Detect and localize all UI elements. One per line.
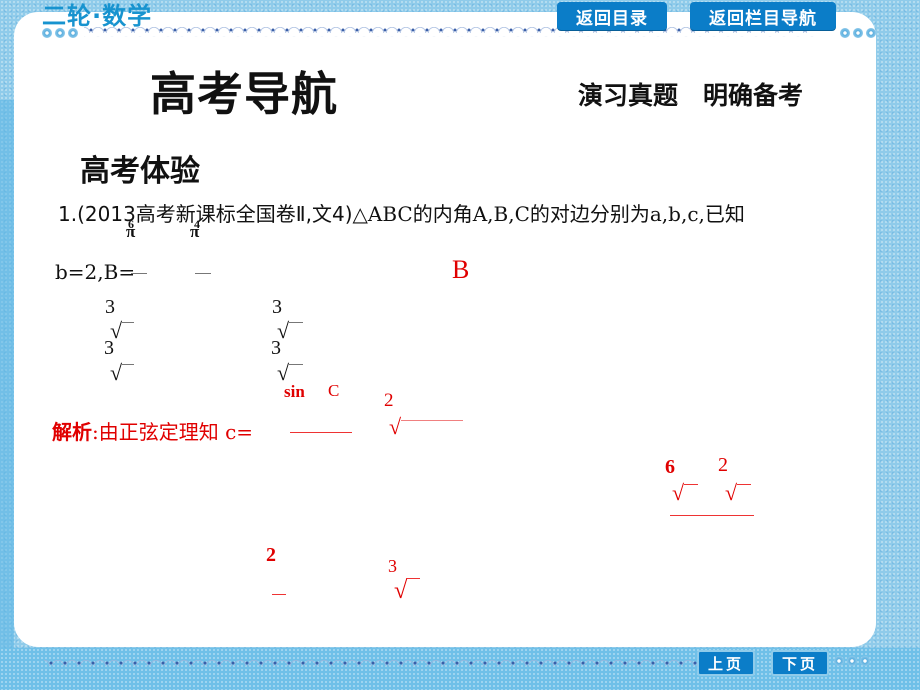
analysis-fragment-2: 2 [718,454,728,476]
radical-bar [122,364,134,365]
back-to-contents-button[interactable]: 返回目录 [557,2,667,30]
flower-icon [42,28,52,38]
fraction-bar [272,594,286,595]
question-line-1: 1.(2013高考新课标全国卷Ⅱ,文4)△ABC的内角A,B,C的对边分别为a,… [58,198,745,227]
radical-bar [289,364,303,365]
flower-icon [853,28,863,38]
question-source: (2013高考新课标全国卷Ⅱ,文4) [77,202,353,226]
radical-bar [684,484,698,485]
c-fragment: C [328,381,340,400]
flower-icon [834,656,844,666]
sqrt-icon: √ [110,318,123,343]
page-title: 高考导航 [150,67,338,121]
analysis-fragment-6: 6 [665,456,675,478]
analysis-fragment-2b: 2 [266,544,276,566]
fraction-bar [290,432,352,433]
flower-icon [55,28,65,38]
analysis-label: 解析 [52,420,92,444]
question-number: 1. [58,202,78,226]
flower-icon [847,656,857,666]
sqrt-icon: √ [277,318,290,343]
radical-bar [401,420,463,421]
flower-decoration-right [840,28,876,38]
back-to-section-nav-button[interactable]: 返回栏目导航 [690,2,836,30]
fraction-fragment-4: 4 [194,217,200,231]
sqrt-icon: √ [725,480,738,505]
prev-page-button[interactable]: 上页 [697,650,755,676]
flower-icon [860,656,870,666]
analysis-line: 解析:由正弦定理知 c= [52,416,253,445]
flower-icon [866,28,876,38]
flower-icon [68,28,78,38]
sqrt-icon: √ [394,578,408,604]
frame-left-strip [0,100,14,690]
sqrt-icon: √ [110,360,123,385]
flower-decoration-bottom [834,656,870,666]
fraction-fragment-6: 6 [128,217,134,231]
next-page-button[interactable]: 下页 [771,650,829,676]
page-subtitle: 演习真题 明确备考 [578,81,804,110]
option-a-numerator: 3 [105,296,115,318]
sqrt-icon: √ [389,414,402,439]
answer-letter: B [452,255,470,284]
radical-bar [406,578,420,579]
section-title: 高考体验 [80,154,200,189]
analysis-numerator-2: 2 [384,390,394,411]
flower-icon [840,28,850,38]
sqrt-icon: √ [672,480,685,505]
sin-fragment: sin [284,382,305,401]
question-line-2: b=2,B= [55,260,136,284]
fraction-bar [195,273,211,274]
flower-decoration-left [42,28,78,38]
radical-bar [289,322,303,323]
option-b-numerator: 3 [272,296,282,318]
radical-bar [122,322,134,323]
fraction-bar [131,273,147,274]
radical-bar [737,484,751,485]
analysis-text: :由正弦定理知 c= [92,420,254,444]
fraction-bar [670,515,754,516]
analysis-fragment-3: 3 [388,556,397,576]
wave-divider-bottom [44,660,698,670]
question-text: △ABC的内角A,B,C的对边分别为a,b,c,已知 [352,202,745,226]
